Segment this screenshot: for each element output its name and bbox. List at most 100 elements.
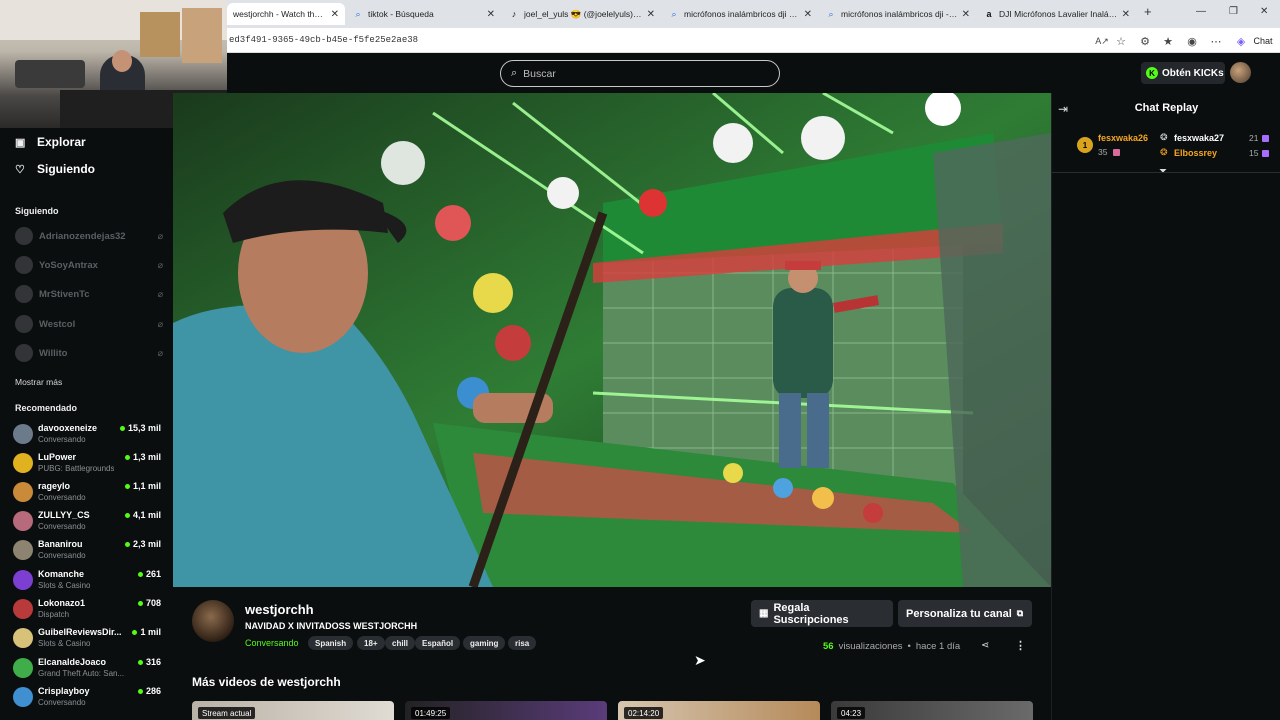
sidebar-item-siguiendo[interactable]: ♡ Siguiendo bbox=[15, 162, 95, 176]
search-input[interactable] bbox=[523, 67, 764, 80]
channel-category: Slots & Casino bbox=[38, 581, 91, 590]
channel-name[interactable]: westjorchh bbox=[245, 602, 314, 617]
minimize-icon[interactable]: — bbox=[1196, 6, 1206, 17]
video-thumbnail[interactable]: 02:14:20 bbox=[618, 701, 820, 720]
stream-title: NAVIDAD X INVITADOSS WESTJORCHH bbox=[245, 621, 418, 631]
favorite-icon[interactable]: ☆ bbox=[1113, 33, 1129, 49]
recommended-item[interactable]: ZULLYY_CS Conversando 4,1 mil bbox=[13, 507, 163, 535]
read-aloud-icon[interactable]: A↗ bbox=[1094, 33, 1110, 49]
tag[interactable]: 18+ bbox=[357, 636, 385, 650]
tag[interactable]: Español bbox=[415, 636, 461, 650]
more-options-icon[interactable]: ⋮ bbox=[1015, 639, 1026, 652]
gifter-count: 35 bbox=[1098, 147, 1108, 157]
close-icon[interactable]: ✕ bbox=[962, 9, 970, 20]
following-item[interactable]: Willito ⌀ bbox=[15, 344, 163, 362]
recommended-item[interactable]: davooxeneize Conversando 15,3 mil bbox=[13, 420, 163, 448]
channel-avatar[interactable] bbox=[192, 600, 234, 642]
browser-tab-3[interactable]: ⌕ micrófonos inalámbricos dji - Búsq ✕ bbox=[663, 3, 818, 25]
recommended-section-title: Recomendado bbox=[15, 403, 78, 413]
tab-title: micrófonos inalámbricos dji - Búsq bbox=[841, 9, 958, 19]
video-thumbnail[interactable]: 01:49:25 bbox=[405, 701, 607, 720]
gifter-name[interactable]: Elbossrey bbox=[1174, 148, 1217, 158]
search-icon: ⌕ bbox=[511, 67, 518, 79]
live-dot-icon bbox=[124, 541, 130, 547]
url-field[interactable]: ed3f491-9365-49cb-b45e-f5fe25e2ae38 bbox=[229, 35, 418, 45]
tag[interactable]: Spanish bbox=[308, 636, 354, 650]
browser-tab-0[interactable]: westjorchh - Watch the VOD ✕ bbox=[227, 3, 345, 25]
show-more-link[interactable]: Mostrar más bbox=[15, 377, 62, 387]
gifter-count: 21 bbox=[1249, 133, 1259, 143]
viewer-count: 261 bbox=[137, 569, 161, 579]
tag[interactable]: gaming bbox=[463, 636, 506, 650]
channel-name: LuPower bbox=[38, 452, 77, 462]
viewer-count-value: 316 bbox=[145, 657, 161, 667]
viewer-count: 286 bbox=[137, 686, 161, 696]
tag[interactable]: risa bbox=[508, 636, 537, 650]
live-dot-icon bbox=[124, 454, 130, 460]
tab-title: westjorchh - Watch the VOD bbox=[233, 9, 327, 19]
chat-label[interactable]: Chat bbox=[1251, 33, 1275, 49]
sidebar-item-label: Siguiendo bbox=[37, 162, 95, 176]
video-player[interactable] bbox=[173, 93, 1051, 587]
window-close-icon[interactable]: ✕ bbox=[1260, 6, 1268, 17]
recommended-item[interactable]: Lokonazo1 Dispatch 708 bbox=[13, 595, 163, 623]
close-icon[interactable]: ✕ bbox=[804, 9, 812, 20]
stream-category[interactable]: Conversando bbox=[245, 638, 299, 648]
avatar bbox=[13, 511, 33, 531]
restore-icon[interactable]: ❐ bbox=[1229, 6, 1238, 17]
share-icon[interactable]: ⋖ bbox=[981, 640, 989, 651]
recommended-item[interactable]: ElcanaldeJoaco Grand Theft Auto: San... … bbox=[13, 654, 163, 682]
viewer-count-value: 1 mil bbox=[140, 627, 161, 637]
channel-name: Lokonazo1 bbox=[38, 598, 86, 608]
browser-tab-2[interactable]: ♪ joel_el_yuls 😎 (@joelelyuls) | TikT ✕ bbox=[503, 3, 661, 25]
sidebar-item-explorar[interactable]: ▣ Explorar bbox=[15, 135, 86, 149]
view-stats: 56 visualizaciones • hace 1 día bbox=[823, 641, 960, 652]
viewer-count-value: 15,3 mil bbox=[127, 423, 161, 433]
video-thumbnail[interactable]: Stream actual bbox=[192, 701, 394, 720]
close-icon[interactable]: ✕ bbox=[1122, 9, 1130, 20]
profile-icon[interactable]: ◉ bbox=[1184, 33, 1200, 49]
close-icon[interactable]: ✕ bbox=[647, 9, 655, 20]
following-item[interactable]: MrStivenTc ⌀ bbox=[15, 285, 163, 303]
channel-category: Conversando bbox=[38, 698, 86, 707]
extensions-icon[interactable]: ⚙ bbox=[1137, 33, 1153, 49]
menu-dots-icon[interactable]: ⋯ bbox=[1208, 33, 1224, 49]
following-item[interactable]: Adrianozendejas32 ⌀ bbox=[15, 227, 163, 245]
heart-icon: ♡ bbox=[15, 163, 25, 176]
favorites-bar-icon[interactable]: ★ bbox=[1160, 33, 1176, 49]
recommended-item[interactable]: GuibelReviewsDir... Slots & Casino 1 mil bbox=[13, 624, 163, 652]
search-box[interactable]: ⌕ bbox=[500, 60, 780, 87]
search-icon: ⌕ bbox=[671, 8, 677, 19]
video-thumbnail[interactable]: 04:23 bbox=[831, 701, 1033, 720]
mouse-cursor-icon: ➤ bbox=[694, 652, 706, 668]
browser-tab-5[interactable]: a DJI Micrófonos Lavalier Inalámbric ✕ bbox=[978, 3, 1136, 25]
following-item[interactable]: YoSoyAntrax ⌀ bbox=[15, 256, 163, 274]
close-icon[interactable]: ✕ bbox=[331, 9, 339, 20]
copilot-icon[interactable]: ◈ bbox=[1233, 33, 1249, 49]
avatar bbox=[13, 453, 33, 473]
new-tab-icon[interactable]: + bbox=[1144, 4, 1152, 19]
viewer-count-value: 4,1 mil bbox=[132, 510, 161, 520]
recommended-item[interactable]: rageylo Conversando 1,1 mil bbox=[13, 478, 163, 506]
separator: • bbox=[907, 641, 911, 652]
customize-channel-button[interactable]: Personaliza tu canal ⧉ bbox=[898, 600, 1032, 627]
close-icon[interactable]: ✕ bbox=[487, 9, 495, 20]
following-item[interactable]: Westcol ⌀ bbox=[15, 315, 163, 333]
channel-name: Crisplayboy bbox=[38, 686, 90, 696]
following-name: Adrianozendejas32 bbox=[39, 230, 126, 242]
tag[interactable]: chill bbox=[385, 636, 416, 650]
viewer-count: 708 bbox=[137, 598, 161, 608]
recommended-item[interactable]: Bananirou Conversando 2,3 mil bbox=[13, 536, 163, 564]
browser-tab-4[interactable]: ⌕ micrófonos inalámbricos dji - Búsq ✕ bbox=[820, 3, 976, 25]
live-dot-icon bbox=[124, 483, 130, 489]
recommended-item[interactable]: Komanche Slots & Casino 261 bbox=[13, 566, 163, 594]
get-kicks-button[interactable]: K Obtén KICKs bbox=[1141, 62, 1225, 84]
gifter-name[interactable]: fesxwaka27 bbox=[1174, 133, 1224, 143]
gifter-name[interactable]: fesxwaka26 bbox=[1098, 133, 1148, 143]
user-avatar[interactable] bbox=[1230, 62, 1251, 83]
channel-category: Conversando bbox=[38, 522, 86, 531]
recommended-item[interactable]: LuPower PUBG: Battlegrounds 1,3 mil bbox=[13, 449, 163, 477]
browser-tab-1[interactable]: ⌕ tiktok - Búsqueda ✕ bbox=[347, 3, 501, 25]
gift-subs-button[interactable]: ▦ Regala Suscripciones bbox=[751, 600, 893, 627]
recommended-item[interactable]: Crisplayboy Conversando 286 bbox=[13, 683, 163, 711]
